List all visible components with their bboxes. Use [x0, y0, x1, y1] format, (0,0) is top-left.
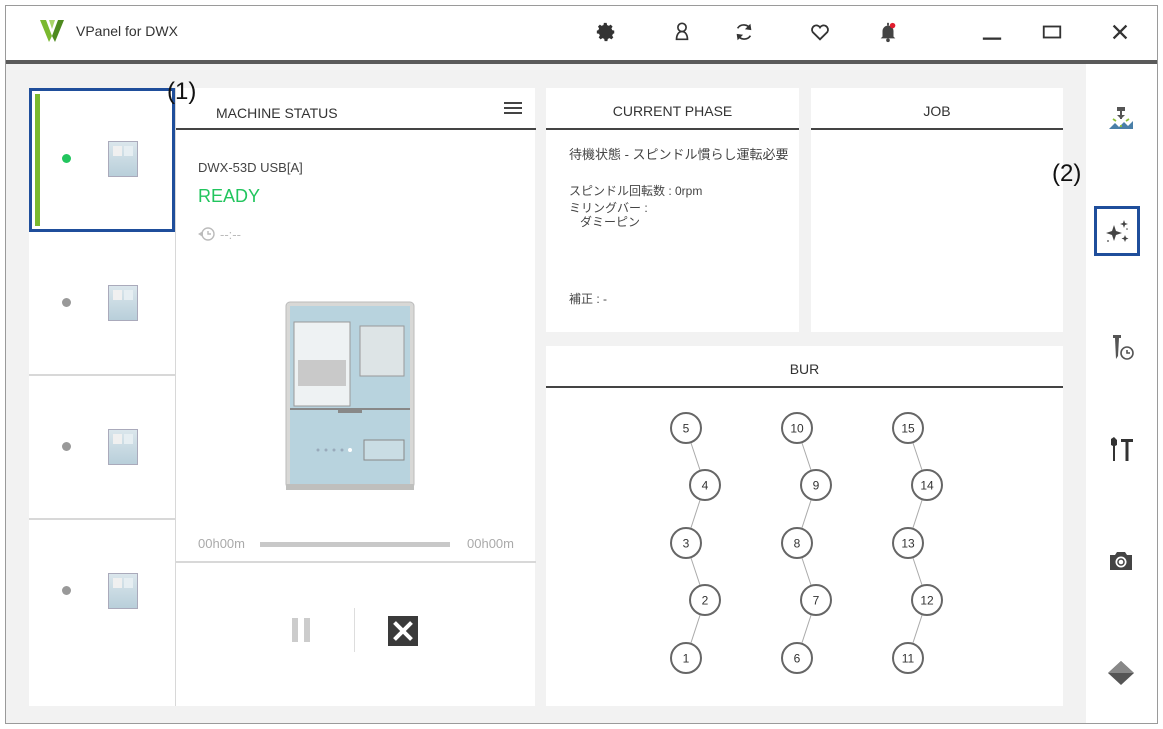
- machine-image: [285, 301, 415, 490]
- bur-slot[interactable]: 2: [689, 584, 721, 616]
- progress-area: 00h00m 00h00m: [176, 536, 536, 556]
- bur-slot[interactable]: 8: [781, 527, 813, 559]
- settings-gear-icon[interactable]: [594, 20, 618, 44]
- bur-slot-number: 1: [683, 652, 690, 666]
- bur-slot-number: 9: [813, 479, 820, 493]
- sidebar-camera-icon[interactable]: [1104, 544, 1138, 578]
- progress-end-time: 00h00m: [467, 536, 514, 551]
- milling-bur-value: ダミーピン: [580, 215, 641, 229]
- sidebar-diamond-icon[interactable]: [1104, 656, 1138, 690]
- main-area: MACHINE STATUS DWX-53D USB[A] READY --:-…: [6, 64, 1157, 723]
- bur-header: BUR: [546, 346, 1063, 388]
- bur-slot-number: 3: [683, 537, 690, 551]
- user-icon[interactable]: [670, 20, 694, 44]
- job-header: JOB: [811, 88, 1063, 130]
- close-icon[interactable]: [1108, 20, 1132, 44]
- machine-status-panel: MACHINE STATUS DWX-53D USB[A] READY --:-…: [175, 88, 536, 706]
- selected-indicator: [35, 94, 40, 226]
- bur-slot-number: 5: [683, 422, 690, 436]
- control-divider: [176, 561, 536, 563]
- hamburger-menu-icon[interactable]: [504, 102, 522, 118]
- status-dot: [62, 442, 71, 451]
- bur-slot[interactable]: 4: [689, 469, 721, 501]
- machine-thumbnail-icon: [108, 429, 138, 465]
- sidebar-tools-icon[interactable]: [1104, 432, 1138, 466]
- title-bar: VPanel for DWX: [6, 6, 1157, 60]
- bur-slot-number: 10: [790, 422, 804, 436]
- machine-state: READY: [198, 186, 261, 206]
- bur-slot[interactable]: 14: [911, 469, 943, 501]
- annotation-1: (1): [167, 78, 197, 105]
- machine-thumbnail-icon: [108, 285, 138, 321]
- control-separator: [354, 608, 355, 652]
- bur-slot[interactable]: 11: [892, 642, 924, 674]
- stop-button[interactable]: [388, 616, 418, 646]
- machine-slot-2[interactable]: [29, 232, 175, 376]
- bur-slot-number: 11: [902, 652, 915, 666]
- bur-slot-number: 2: [702, 594, 709, 608]
- machine-thumbnail-icon: [108, 573, 138, 609]
- machine-thumbnail-icon: [108, 141, 138, 177]
- bur-slot-number: 14: [920, 479, 934, 493]
- current-phase-panel: CURRENT PHASE 待機状態 - スピンドル慣らし運転必要 スピンドル回…: [546, 88, 799, 332]
- machine-list: [29, 88, 175, 706]
- machine-model: DWX-53D USB[A]: [198, 160, 303, 175]
- progress-start-time: 00h00m: [198, 536, 245, 551]
- bur-slot-number: 8: [794, 537, 801, 551]
- machine-slot-3[interactable]: [29, 376, 175, 520]
- sidebar-bur-timer-icon[interactable]: [1104, 330, 1138, 364]
- minimize-icon[interactable]: [980, 20, 1004, 44]
- bur-slot[interactable]: 13: [892, 527, 924, 559]
- job-panel: JOB: [811, 88, 1063, 332]
- bur-slot[interactable]: 1: [670, 642, 702, 674]
- pause-button[interactable]: [288, 618, 314, 646]
- annotation-2: (2): [1052, 160, 1082, 187]
- heart-icon[interactable]: [808, 20, 832, 44]
- remaining-time: --:--: [198, 226, 241, 242]
- bur-slot[interactable]: 5: [670, 412, 702, 444]
- bur-slot[interactable]: 9: [800, 469, 832, 501]
- bur-slot[interactable]: 10: [781, 412, 813, 444]
- clock-history-icon: [198, 227, 215, 241]
- sidebar-sparkle-icon[interactable]: [1094, 206, 1140, 256]
- remaining-time-value: --:--: [220, 226, 241, 242]
- spindle-speed: スピンドル回転数 : 0rpm: [569, 184, 703, 198]
- status-dot: [62, 298, 71, 307]
- bur-slot-number: 7: [813, 594, 820, 608]
- bur-slot-number: 13: [901, 537, 915, 551]
- status-dot: [62, 154, 71, 163]
- bur-slot-number: 4: [702, 479, 709, 493]
- milling-bur: ミリングバー : ダミーピン: [569, 201, 648, 229]
- sidebar-milling-icon[interactable]: [1104, 102, 1138, 136]
- refresh-icon[interactable]: [732, 20, 756, 44]
- vpanel-logo-icon: [40, 20, 64, 42]
- bur-slot[interactable]: 15: [892, 412, 924, 444]
- bur-slot[interactable]: 6: [781, 642, 813, 674]
- bur-slot[interactable]: 7: [800, 584, 832, 616]
- app-title: VPanel for DWX: [76, 23, 178, 39]
- current-phase-header: CURRENT PHASE: [546, 88, 799, 130]
- app-window: VPanel for DWX MACHINE STATUS DWX-53D US…: [5, 5, 1158, 724]
- machine-slot-1[interactable]: [29, 88, 175, 232]
- machine-status-title: MACHINE STATUS: [216, 105, 338, 121]
- bur-slot[interactable]: 3: [670, 527, 702, 559]
- machine-slot-4[interactable]: [29, 520, 175, 664]
- bur-slot-number: 12: [920, 594, 934, 608]
- progress-bar: [260, 542, 450, 547]
- status-dot: [62, 586, 71, 595]
- phase-state: 待機状態 - スピンドル慣らし運転必要: [569, 147, 789, 162]
- right-sidebar: [1086, 64, 1157, 723]
- maximize-icon[interactable]: [1040, 20, 1064, 44]
- bur-slot[interactable]: 12: [911, 584, 943, 616]
- bur-panel: BUR 5 4 3 2 1 10 9 8 7 6 15 14 13 12 11: [546, 346, 1063, 706]
- notification-bell-icon[interactable]: [876, 20, 900, 44]
- correction: 補正 : -: [569, 292, 607, 306]
- machine-status-header: MACHINE STATUS: [176, 88, 536, 130]
- bur-slot-number: 15: [901, 422, 915, 436]
- bur-slot-number: 6: [794, 652, 801, 666]
- bur-magazine: 5 4 3 2 1 10 9 8 7 6 15 14 13 12 11: [670, 412, 943, 674]
- milling-bur-label: ミリングバー :: [569, 201, 648, 215]
